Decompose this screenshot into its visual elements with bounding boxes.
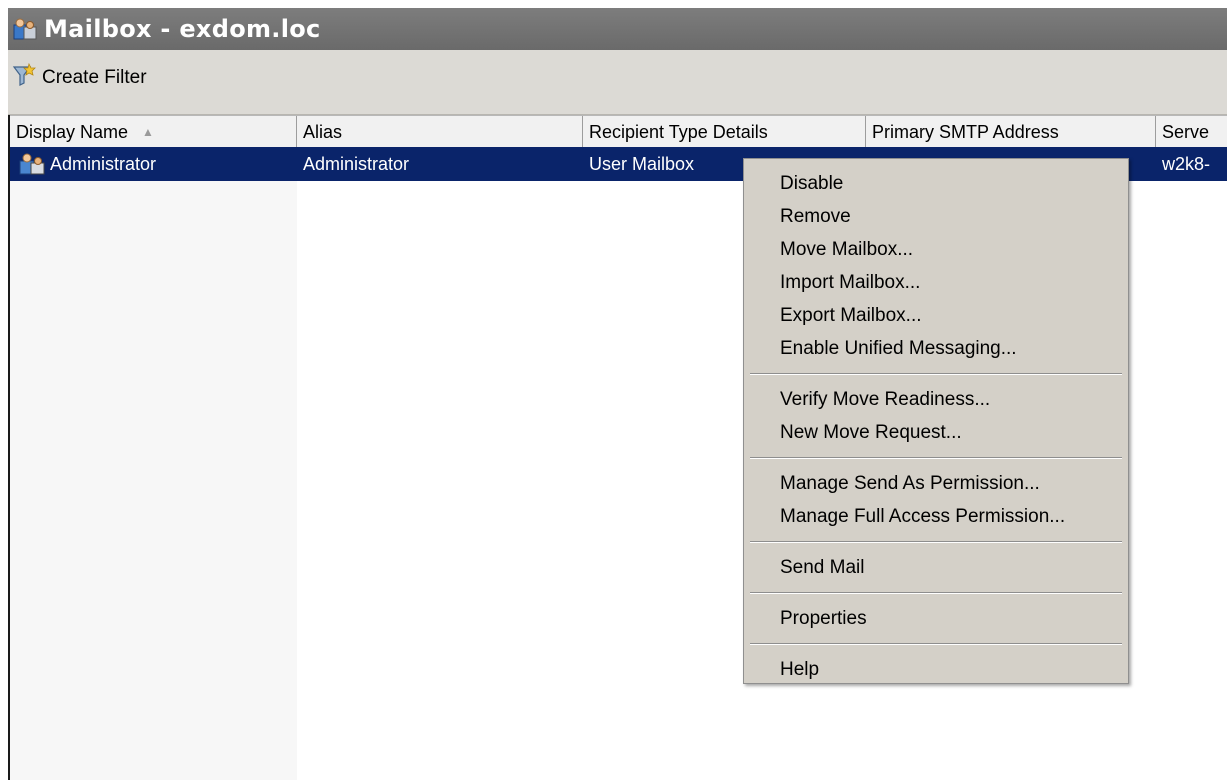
- column-header-alias[interactable]: Alias: [297, 116, 583, 148]
- window-edge: [0, 0, 8, 780]
- filter-funnel-icon: [12, 62, 36, 93]
- cell-display-name: Administrator: [10, 147, 297, 181]
- user-mailbox-icon: [18, 152, 46, 176]
- sorted-column-background: [10, 115, 297, 780]
- cell-server: w2k8-: [1162, 153, 1211, 174]
- menu-item-move-mailbox[interactable]: Move Mailbox...: [744, 233, 1128, 266]
- menu-item-import-mailbox[interactable]: Import Mailbox...: [744, 266, 1128, 299]
- menu-separator: [750, 541, 1122, 543]
- create-filter-button[interactable]: Create Filter: [12, 62, 147, 93]
- menu-item-export-mailbox[interactable]: Export Mailbox...: [744, 299, 1128, 332]
- title-bar: Mailbox - exdom.loc: [8, 8, 1227, 50]
- menu-item-new-move-request[interactable]: New Move Request...: [744, 416, 1128, 449]
- sort-ascending-icon: ▲: [142, 125, 154, 139]
- menu-item-properties[interactable]: Properties: [744, 602, 1128, 635]
- menu-item-manage-full-access[interactable]: Manage Full Access Permission...: [744, 500, 1128, 533]
- column-header-recipient-type[interactable]: Recipient Type Details: [583, 116, 866, 148]
- context-menu: Disable Remove Move Mailbox... Import Ma…: [743, 158, 1129, 684]
- toolbar: Create Filter: [8, 50, 1227, 115]
- menu-item-disable[interactable]: Disable: [744, 167, 1128, 200]
- menu-item-enable-unified-messaging[interactable]: Enable Unified Messaging...: [744, 332, 1128, 365]
- column-header-primary-smtp[interactable]: Primary SMTP Address: [866, 116, 1156, 148]
- menu-separator: [750, 373, 1122, 375]
- menu-item-verify-move-readiness[interactable]: Verify Move Readiness...: [744, 383, 1128, 416]
- column-header-server[interactable]: Serve: [1156, 116, 1227, 148]
- create-filter-label: Create Filter: [42, 67, 147, 88]
- menu-item-send-mail[interactable]: Send Mail: [744, 551, 1128, 584]
- menu-separator: [750, 592, 1122, 594]
- column-header-row: Display Name ▲ Alias Recipient Type Deta…: [10, 115, 1227, 149]
- menu-item-manage-send-as[interactable]: Manage Send As Permission...: [744, 467, 1128, 500]
- menu-separator: [750, 643, 1122, 645]
- mailbox-users-icon: [12, 17, 38, 41]
- menu-item-remove[interactable]: Remove: [744, 200, 1128, 233]
- cell-alias: Administrator: [303, 153, 410, 174]
- window-title: Mailbox - exdom.loc: [44, 15, 321, 43]
- column-header-display-name[interactable]: Display Name ▲: [10, 116, 297, 148]
- menu-separator: [750, 457, 1122, 459]
- menu-item-help[interactable]: Help: [744, 653, 1128, 686]
